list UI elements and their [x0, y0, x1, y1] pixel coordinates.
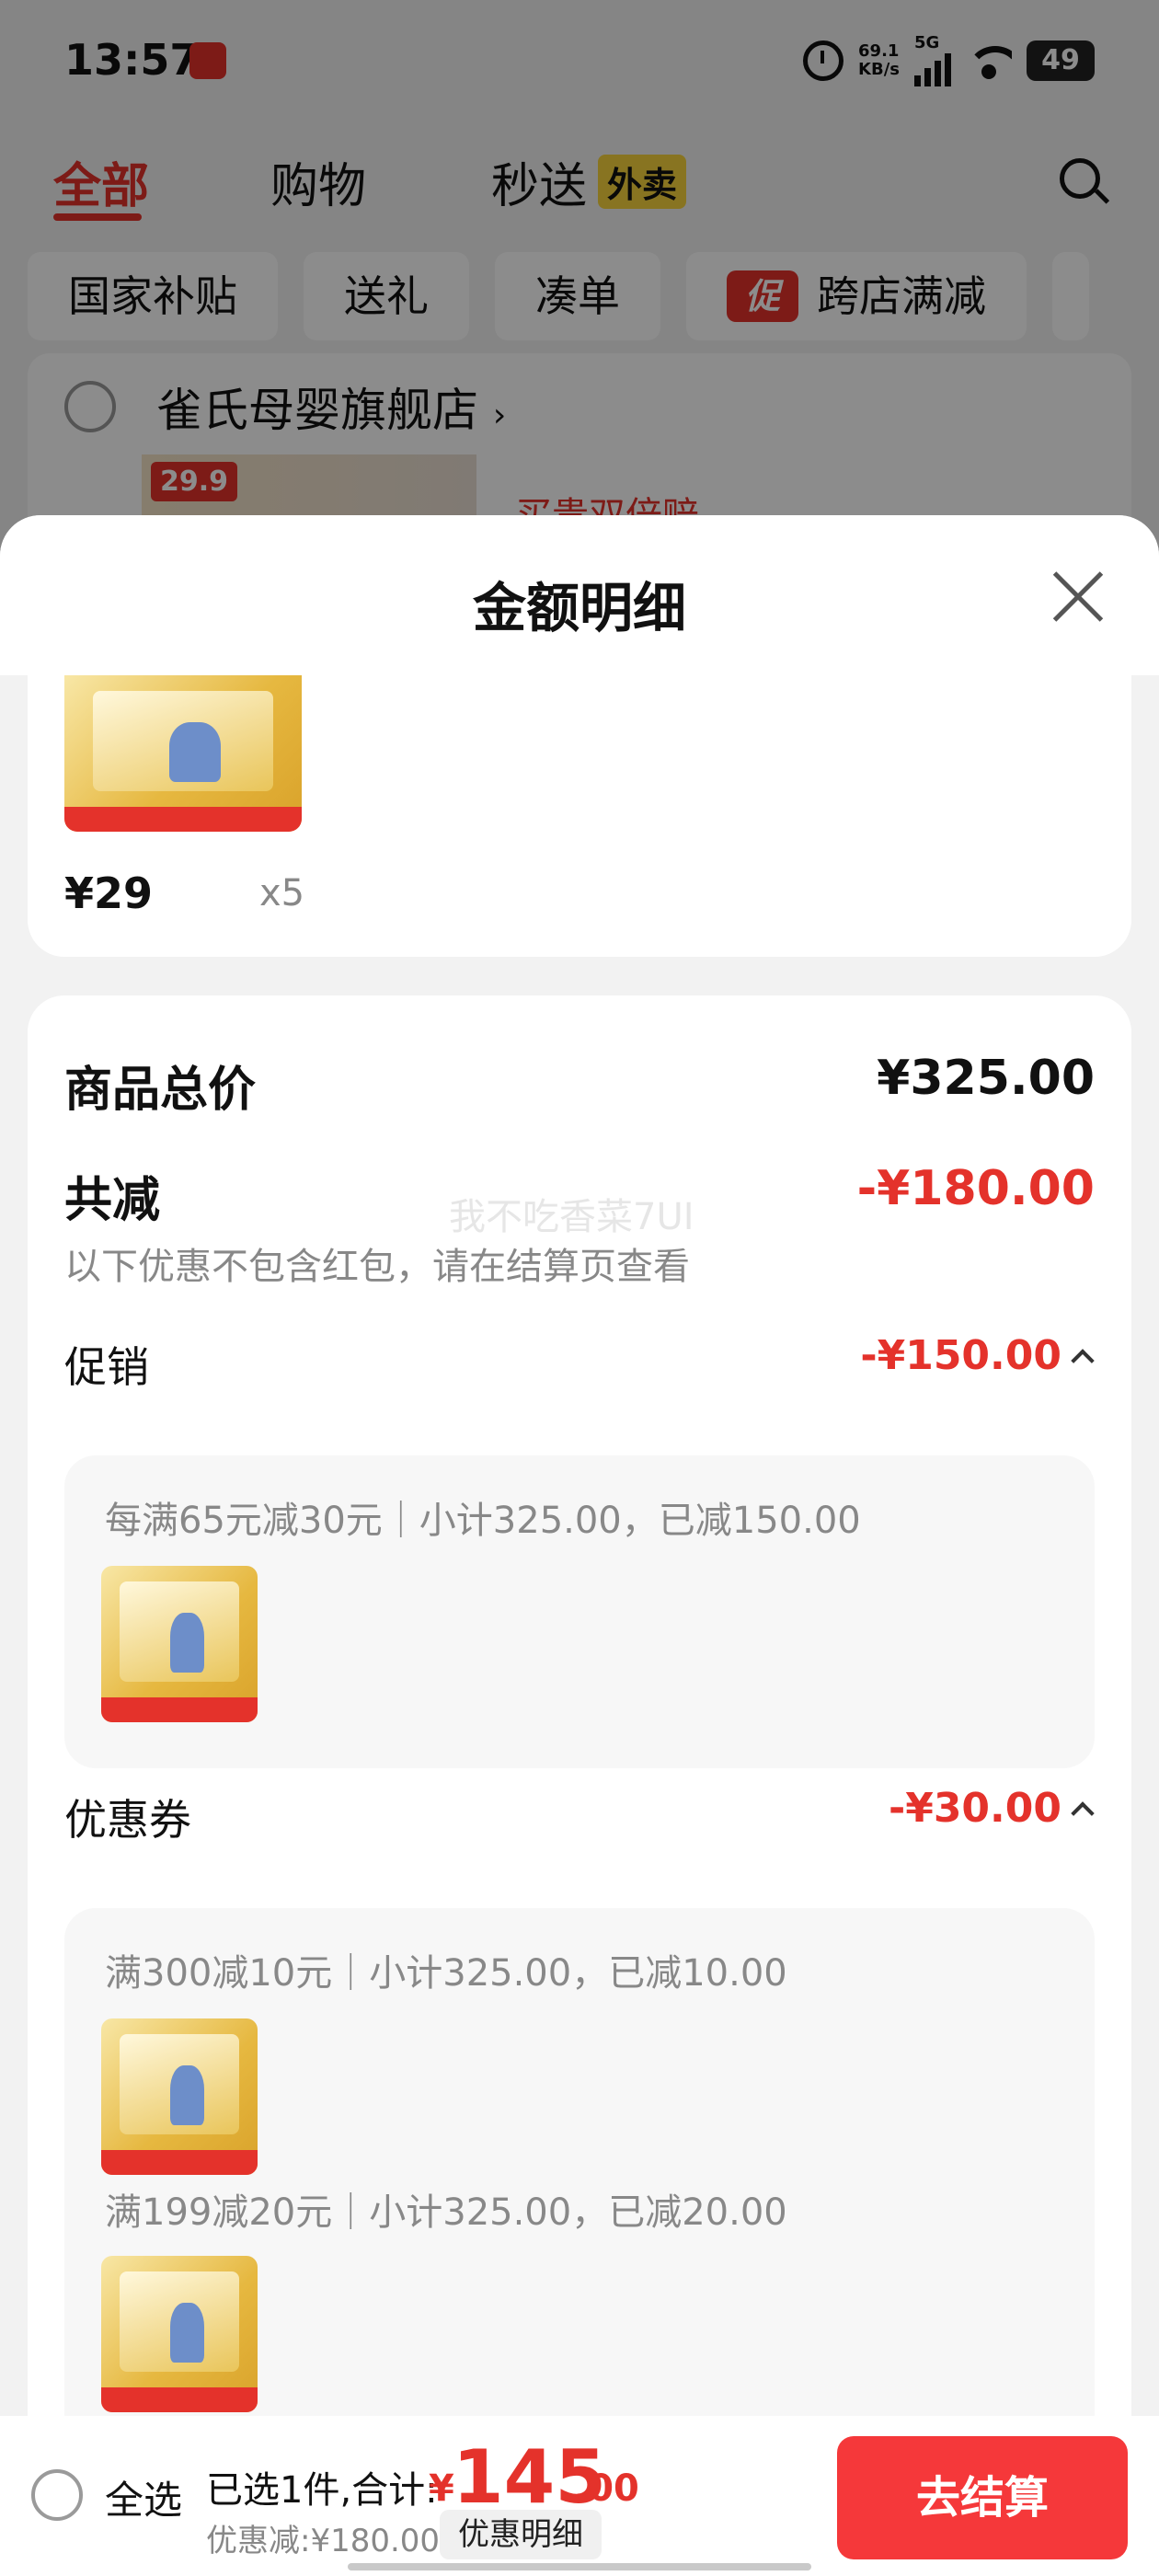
- amount-detail-sheet: 金额明细 ¥29 x5 商品总价 ¥325.00 共减 -¥180.00 以下优…: [0, 515, 1159, 2576]
- chevron-up-icon: [1071, 1348, 1095, 1373]
- promotion-amount: -¥150.00: [860, 1332, 1061, 1379]
- coupon-detail-box: 满300减10元｜小计325.00，已减10.00 满199减20元｜小计325…: [64, 1908, 1095, 2460]
- total-amount-decimal: .00: [574, 2467, 639, 2510]
- close-icon[interactable]: [1049, 567, 1107, 626]
- watermark-text: 我不吃香菜7UI: [449, 1196, 694, 1238]
- promotion-rule: 每满65元减30元｜小计325.00，已减150.00: [105, 1500, 861, 1542]
- select-all-label[interactable]: 全选: [105, 2469, 182, 2525]
- total-currency: ¥: [429, 2467, 454, 2510]
- checkout-bar: 全选 已选1件,合计: ¥ 145 .00 优惠减:¥180.00 优惠明细 去…: [0, 2416, 1159, 2576]
- promotion-detail-box: 每满65元减30元｜小计325.00，已减150.00: [64, 1455, 1095, 1768]
- total-reduce-value: -¥180.00: [856, 1161, 1095, 1216]
- home-indicator[interactable]: [348, 2563, 811, 2570]
- total-price-label: 商品总价: [64, 1063, 257, 1118]
- checkout-button[interactable]: 去结算: [837, 2436, 1128, 2559]
- select-all-radio[interactable]: [31, 2469, 83, 2521]
- promotion-toggle[interactable]: -¥150.00: [860, 1332, 1095, 1379]
- total-price-value: ¥325.00: [877, 1051, 1095, 1106]
- selected-summary: 已选1件,合计:: [206, 2469, 438, 2512]
- coupon-rule: 满300减10元｜小计325.00，已减10.00: [105, 1952, 787, 1995]
- total-reduce-label: 共减: [64, 1173, 161, 1228]
- discount-amount: 优惠减:¥180.00: [206, 2523, 441, 2559]
- item-price: ¥29: [64, 868, 154, 918]
- price-detail-card: 商品总价 ¥325.00 共减 -¥180.00 以下优惠不包含红包，请在结算页…: [28, 995, 1131, 2467]
- product-image[interactable]: [101, 2256, 258, 2412]
- coupon-rule: 满199减20元｜小计325.00，已减20.00: [105, 2191, 787, 2234]
- product-image[interactable]: [101, 1566, 258, 1722]
- sheet-header: 金额明细: [0, 515, 1159, 675]
- coupon-label: 优惠券: [64, 1795, 191, 1845]
- item-quantity: x5: [259, 872, 305, 914]
- product-image[interactable]: [64, 675, 302, 832]
- discount-detail-button[interactable]: 优惠明细: [440, 2510, 602, 2559]
- chevron-up-icon: [1071, 1800, 1095, 1825]
- promotion-label: 促销: [64, 1342, 149, 1392]
- reduce-note: 以下优惠不包含红包，请在结算页查看: [64, 1246, 690, 1288]
- sheet-title: 金额明细: [472, 577, 686, 639]
- item-card: ¥29 x5: [28, 675, 1131, 957]
- coupon-amount: -¥30.00: [888, 1785, 1061, 1832]
- product-image[interactable]: [101, 2018, 258, 2175]
- coupon-toggle[interactable]: -¥30.00: [888, 1785, 1095, 1832]
